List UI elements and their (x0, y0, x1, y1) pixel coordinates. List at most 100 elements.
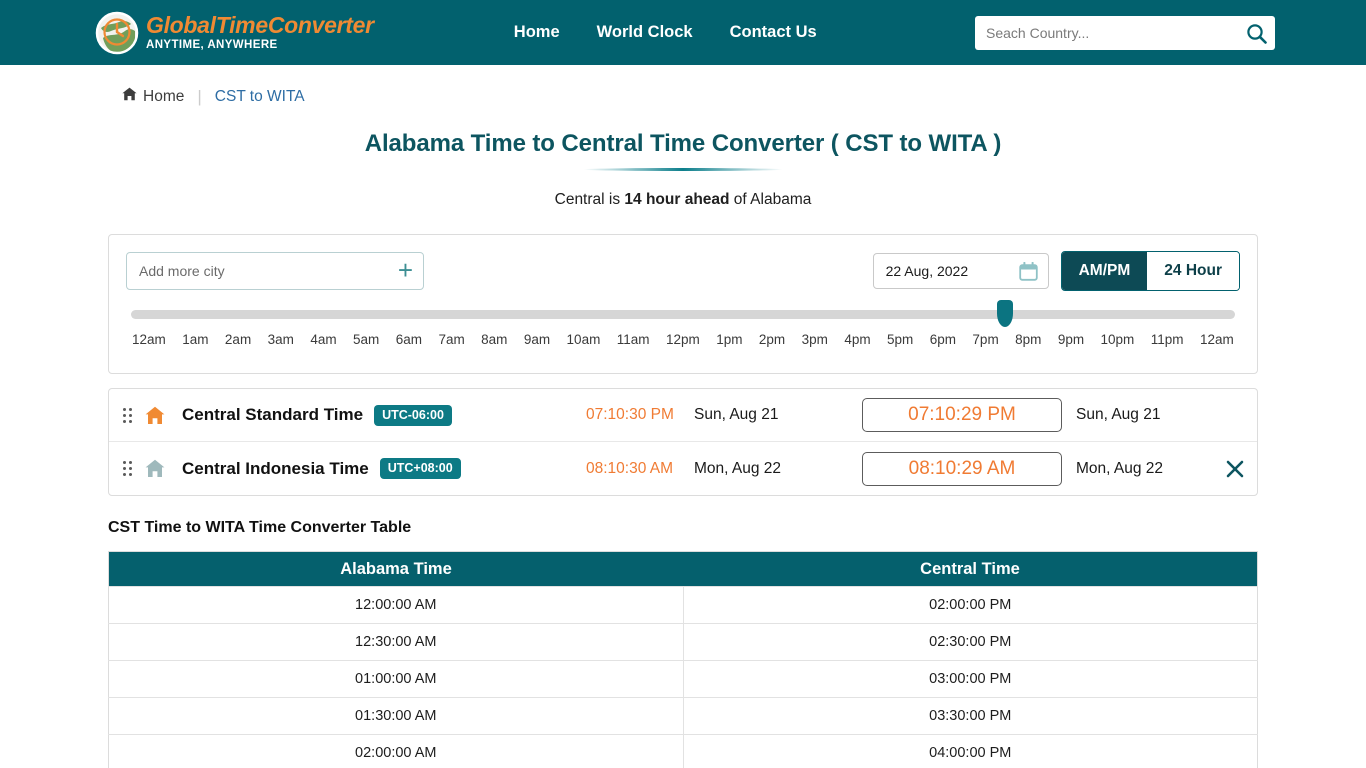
slider-label-14: 2pm (758, 332, 786, 347)
site-header: GlobalTimeConverter ANYTIME, ANYWHERE Ho… (0, 0, 1366, 65)
slider-tick-labels: 12am 1am 2am 3am 4am 5am 6am 7am 8am 9am 10am 11am 1… (131, 332, 1235, 347)
timezone-name: Central Indonesia Time (182, 458, 369, 478)
table-cell-source-time: 01:00:00 AM (108, 660, 684, 698)
date-picker-field[interactable]: 22 Aug, 2022 (872, 253, 1049, 289)
drag-handle-icon[interactable] (123, 461, 132, 476)
table-cell-target-time: 03:00:00 PM (683, 660, 1258, 698)
table-cell-target-time: 03:30:00 PM (683, 697, 1258, 735)
timezone-list: Central Standard Time UTC-06:00 07:10:30 P… (108, 388, 1258, 496)
home-icon (122, 87, 137, 106)
breadcrumb: Home | CST to WITA (122, 87, 1366, 106)
timezone-current-date: Sun, Aug 21 (694, 406, 779, 423)
format-option-24hour[interactable]: 24 Hour (1147, 252, 1239, 290)
slider-label-0: 12am (132, 332, 166, 347)
slider-label-11: 11am (616, 332, 650, 347)
timezone-name: Central Standard Time (182, 405, 364, 424)
slider-label-12: 12pm (665, 332, 700, 347)
timezone-selected-date: Sun, Aug 21 (1076, 406, 1161, 423)
date-and-format-controls: 22 Aug, 2022 AM/PM 24 Hour (872, 251, 1240, 291)
breadcrumb-home-label: Home (143, 87, 185, 105)
search-box[interactable] (975, 16, 1275, 50)
table-row: 02:00:00 AM 04:00:00 PM (108, 734, 1258, 768)
slider-label-24: 12am (1199, 332, 1234, 347)
table-column-header-target: Central Time (683, 551, 1258, 587)
slider-label-7: 7am (438, 332, 465, 347)
nav-item-world-clock[interactable]: World Clock (597, 23, 693, 42)
slider-thumb[interactable] (997, 300, 1014, 327)
calendar-icon[interactable] (1018, 261, 1038, 281)
slider-track[interactable] (131, 300, 1235, 327)
subtitle-suffix: of Alabama (729, 191, 812, 208)
slider-label-22: 10pm (1100, 332, 1135, 347)
globe-clock-icon (95, 11, 139, 55)
slider-label-2: 2am (224, 332, 252, 347)
slider-label-18: 6pm (929, 332, 956, 347)
timezone-current-date: Mon, Aug 22 (694, 459, 782, 477)
breadcrumb-current[interactable]: CST to WITA (215, 88, 305, 106)
slider-label-19: 7pm (972, 332, 999, 347)
table-row: 01:30:00 AM 03:30:00 PM (108, 697, 1258, 735)
slider-label-3: 3am (267, 332, 294, 347)
drag-handle-icon[interactable] (123, 407, 132, 423)
slider-label-9: 9am (523, 332, 551, 347)
table-cell-target-time: 04:00:00 PM (683, 734, 1258, 768)
breadcrumb-separator: | (197, 87, 202, 106)
table-row: 12:30:00 AM 02:30:00 PM (108, 623, 1258, 661)
table-cell-source-time: 12:30:00 AM (108, 623, 684, 661)
slider-label-23: 11pm (1150, 332, 1184, 347)
plus-icon[interactable]: + (398, 257, 413, 286)
format-option-ampm[interactable]: AM/PM (1061, 252, 1148, 290)
home-icon[interactable] (145, 406, 165, 425)
slider-label-8: 8am (481, 332, 508, 347)
add-city-field[interactable]: + (126, 252, 424, 290)
search-icon[interactable] (1246, 23, 1267, 44)
timezone-row: Central Indonesia Time UTC+08:00 08:10:30 … (109, 442, 1257, 495)
table-cell-target-time: 02:30:00 PM (683, 623, 1258, 661)
slider-label-1: 1am (182, 332, 209, 347)
site-logo[interactable]: GlobalTimeConverter ANYTIME, ANYWHERE (95, 11, 374, 55)
table-row: 01:00:00 AM 03:00:00 PM (108, 660, 1258, 698)
home-icon[interactable] (145, 459, 165, 478)
table-row: 12:00:00 AM 02:00:00 PM (108, 586, 1258, 624)
slider-label-17: 5pm (887, 332, 914, 347)
search-input[interactable] (986, 25, 1246, 41)
logo-title: GlobalTimeConverter (146, 11, 374, 38)
converter-panel: + 22 Aug, 2022 AM/PM 24 Hour (108, 234, 1258, 374)
timezone-current-time: 07:10:30 PM (586, 406, 674, 423)
timezone-time-input[interactable]: 08:10:29 AM (862, 451, 1062, 486)
table-body: 12:00:00 AM 02:00:00 PM 12:30:00 AM 02:30:0… (108, 586, 1258, 768)
breadcrumb-home[interactable]: Home (122, 87, 184, 106)
table-cell-source-time: 02:00:00 AM (108, 734, 684, 768)
slider-label-5: 5am (353, 332, 380, 347)
converter-table: Alabama Time Central Time 12:00:00 AM 02:… (108, 551, 1258, 768)
timezone-time-input[interactable]: 07:10:29 PM (862, 398, 1062, 432)
remove-timezone-button[interactable] (1225, 459, 1245, 479)
converter-controls-row: + 22 Aug, 2022 AM/PM 24 Hour (126, 251, 1240, 291)
table-cell-source-time: 01:30:00 AM (108, 697, 684, 735)
table-header-row: Alabama Time Central Time (108, 551, 1258, 587)
main-navigation: Home World Clock Contact Us (514, 23, 817, 42)
slider-label-20: 8pm (1015, 332, 1042, 347)
timezone-current-time: 08:10:30 AM (586, 459, 674, 477)
utc-offset-badge: UTC+08:00 (379, 458, 461, 479)
timezone-row: Central Standard Time UTC-06:00 07:10:30 P… (109, 389, 1257, 442)
subtitle-offset: 14 hour ahead (624, 191, 730, 208)
date-picker-value: 22 Aug, 2022 (885, 263, 969, 279)
nav-item-home[interactable]: Home (514, 23, 560, 42)
nav-item-contact-us[interactable]: Contact Us (730, 23, 817, 42)
slider-label-15: 3pm (801, 332, 828, 347)
logo-tagline: ANYTIME, ANYWHERE (146, 38, 278, 51)
page-subtitle: Central is 14 hour ahead of Alabama (0, 191, 1366, 209)
table-cell-source-time: 12:00:00 AM (108, 586, 684, 624)
slider-label-4: 4am (310, 332, 337, 347)
time-slider[interactable]: 12am 1am 2am 3am 4am 5am 6am 7am 8am 9am 10am 11am 1… (126, 300, 1240, 347)
table-column-header-source: Alabama Time (108, 551, 683, 587)
add-city-input[interactable] (139, 263, 398, 279)
table-cell-target-time: 02:00:00 PM (683, 586, 1258, 624)
table-heading: CST Time to WITA Time Converter Table (108, 519, 412, 536)
title-underline-rule (583, 168, 783, 171)
utc-offset-badge: UTC-06:00 (374, 404, 452, 426)
slider-label-21: 9pm (1057, 332, 1085, 347)
slider-label-6: 6am (395, 332, 422, 347)
timezone-selected-date: Mon, Aug 22 (1076, 459, 1164, 477)
